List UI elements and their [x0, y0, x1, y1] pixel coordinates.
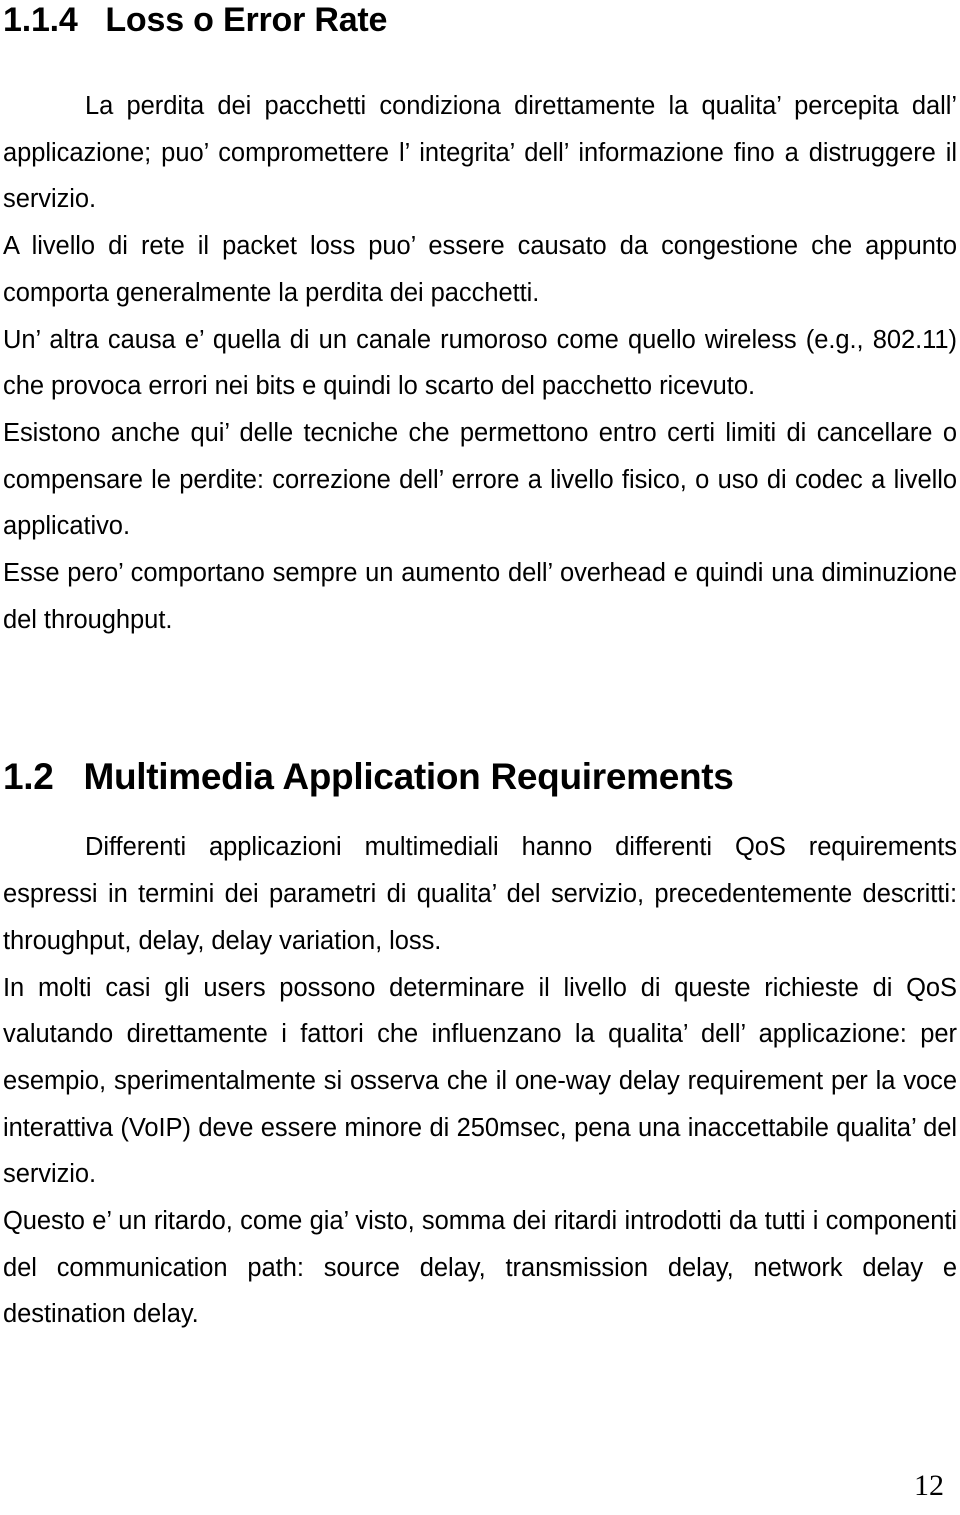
paragraph-delay-components: Questo e’ un ritardo, come gia’ visto, s… — [3, 1207, 957, 1329]
paragraph-error-correction-techniques: Esistono anche qui’ delle tecniche che p… — [3, 418, 957, 541]
heading-spacer — [3, 40, 957, 83]
paragraph-overhead-throughput: Esse pero’ comportano sempre un aumento … — [3, 559, 957, 634]
paragraph-network-level-loss: A livello di rete il packet loss puo’ es… — [3, 232, 957, 307]
page-content: 1.1.4 Loss o Error Rate La perdita dei p… — [3, 0, 957, 1338]
heading-spacer-2 — [3, 798, 957, 824]
paragraph-noisy-channel: Un’ altra causa e’ quella di un canale r… — [3, 325, 957, 401]
paragraph-packet-loss-intro: La perdita dei pacchetti condiziona dire… — [3, 92, 957, 214]
paragraph-users-qos-levels: In molti casi gli users possono determin… — [3, 973, 957, 1189]
document-page: 1.1.4 Loss o Error Rate La perdita dei p… — [0, 0, 960, 1515]
page-number: 12 — [914, 1469, 944, 1502]
section-heading-multimedia-application-requirements: 1.2 Multimedia Application Requirements — [3, 756, 734, 798]
section-heading-loss-error-rate: 1.1.4 Loss o Error Rate — [3, 1, 388, 39]
paragraph-qos-requirements-intro: Differenti applicazioni multimediali han… — [3, 833, 957, 955]
